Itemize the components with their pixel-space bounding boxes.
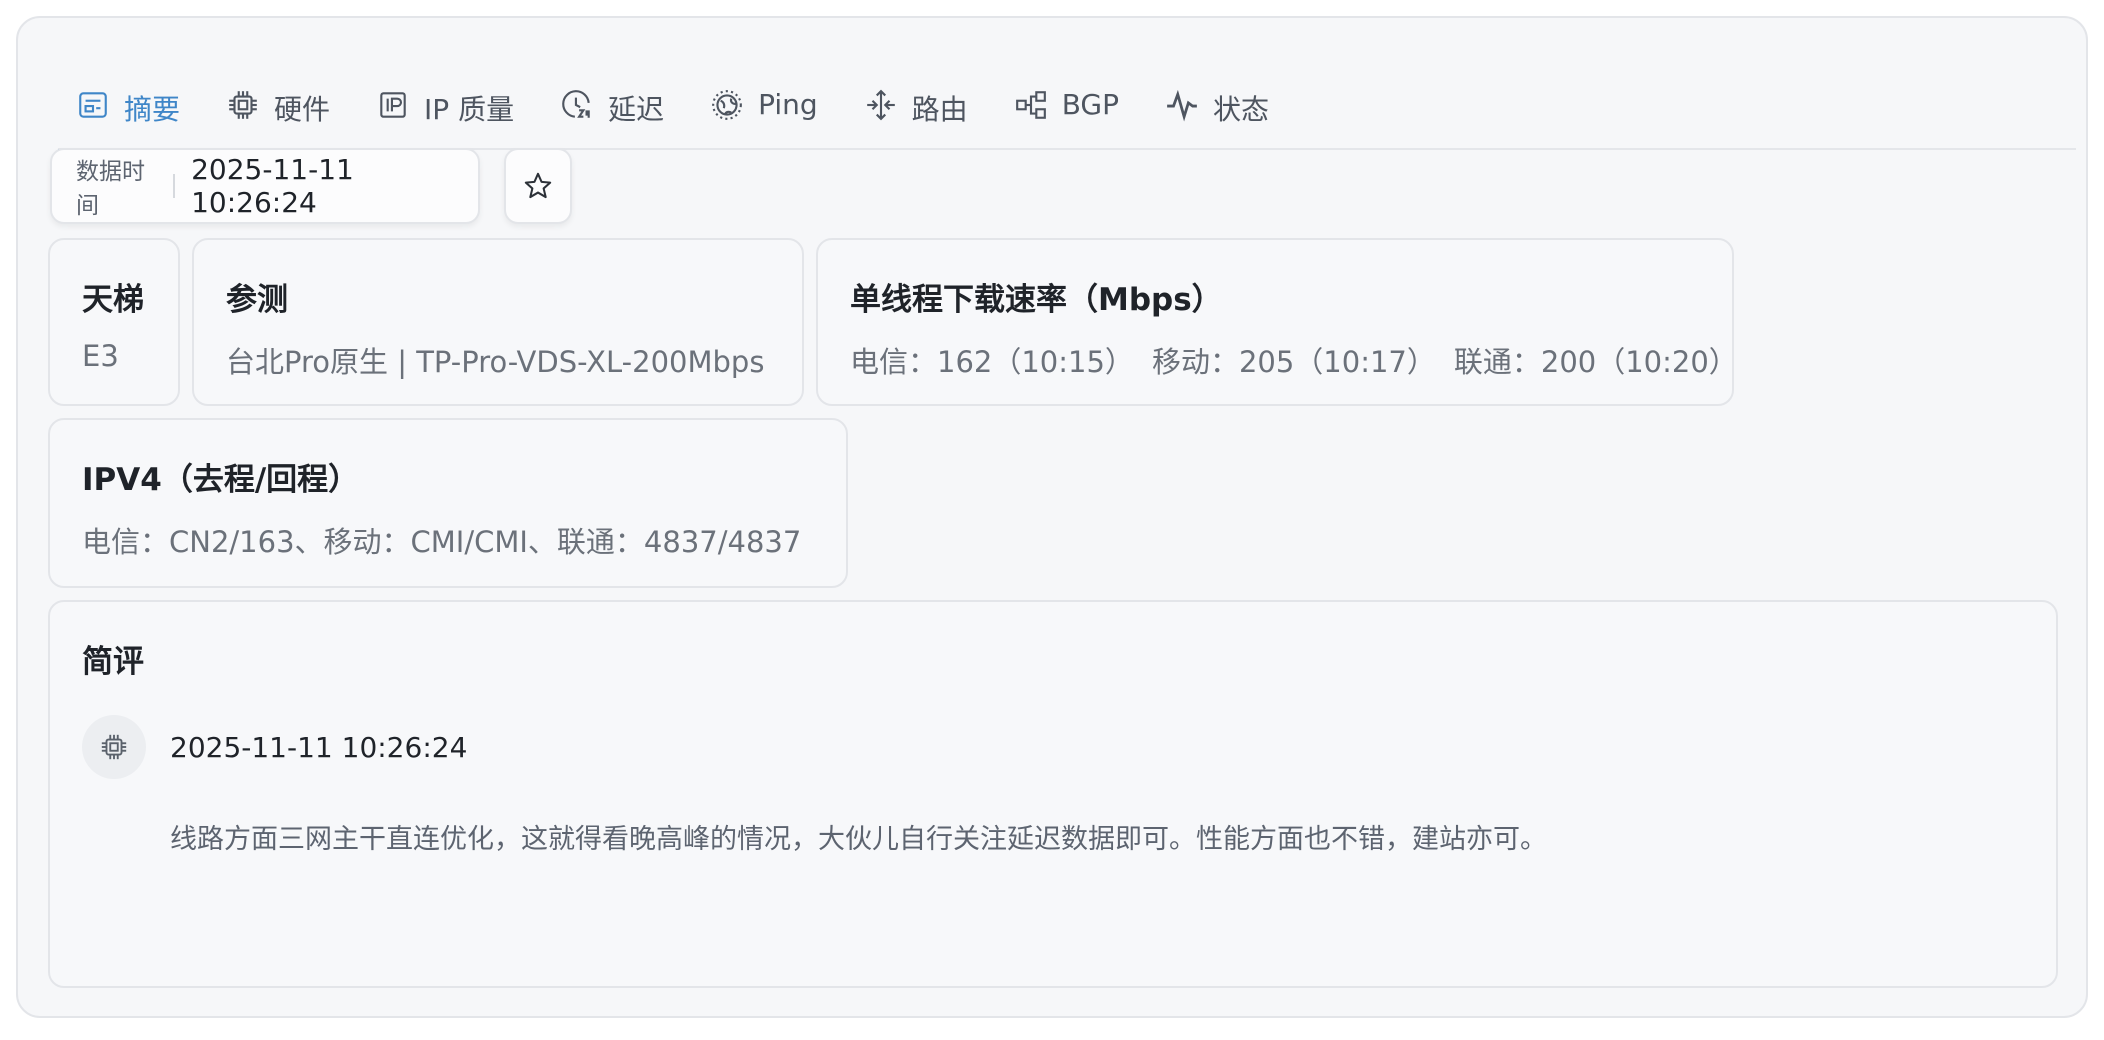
pulse-icon [1167, 89, 1197, 122]
data-time-chip: 数据时间 2025-11-11 10:26:24 [50, 148, 480, 224]
speed-mobile: 移动：205（10:17） [1151, 345, 1436, 379]
tab-ping-label: Ping [758, 88, 818, 121]
tab-ping[interactable]: Ping [692, 78, 836, 150]
divider [173, 174, 176, 198]
tab-ip-quality[interactable]: IP 质量 [358, 78, 532, 150]
ip-icon [380, 92, 406, 118]
tab-hardware[interactable]: 硬件 [208, 78, 348, 150]
speed-telecom: 电信：162（10:15） [850, 345, 1134, 379]
ipv4-title: IPV4（去程/回程） [82, 462, 360, 498]
cpu-icon [229, 91, 257, 119]
speed-values: 电信：162（10:15） 移动：205（10:17） 联通：200（10:20） [850, 339, 1738, 381]
ipv4-card: IPV4（去程/回程） 电信：CN2/163、移动：CMI/CMI、联通：483… [48, 418, 848, 588]
latency-clock-icon [562, 90, 590, 118]
tab-status-label: 状态 [1213, 93, 1270, 126]
test-card: 参测 台北Pro原生 | TP-Pro-VDS-XL-200Mbps [192, 238, 804, 406]
speed-unicom: 联通：200（10:20） [1453, 345, 1738, 379]
tab-route-label: 路由 [911, 93, 968, 126]
review-entry-header: 2025-11-11 10:26:24 [82, 715, 2024, 779]
tab-bgp-label: BGP [1061, 88, 1119, 121]
summary-icon [79, 92, 107, 118]
avatar [82, 715, 146, 779]
tab-bgp[interactable]: BGP [996, 78, 1137, 150]
tab-latency-label: 延迟 [608, 93, 665, 126]
ladder-title: 天梯 [82, 282, 144, 318]
review-card: 简评 2025-11-11 10:26:24 线路方面三网主干直连优化，这就得看… [48, 600, 2058, 988]
speed-card: 单线程下载速率（Mbps） 电信：162（10:15） 移动：205（10:17）… [816, 238, 1738, 406]
tab-bar: 摘要 硬件 IP 质量 延迟 Ping 路由 BGP 状态 [58, 78, 2076, 152]
tab-hardware-label: 硬件 [274, 93, 331, 126]
globe-icon [712, 90, 742, 120]
cpu-icon [101, 734, 127, 760]
ladder-card: 天梯 E3 [48, 238, 180, 406]
ipv4-value: 电信：CN2/163、移动：CMI/CMI、联通：4837/4837 [82, 525, 802, 559]
test-title: 参测 [226, 282, 288, 318]
tab-status[interactable]: 状态 [1147, 78, 1287, 150]
tab-ip-quality-label: IP 质量 [424, 93, 515, 126]
speed-title: 单线程下载速率（Mbps） [850, 282, 1223, 318]
tab-summary[interactable]: 摘要 [58, 78, 199, 152]
network-icon [1015, 91, 1046, 119]
data-time-value: 2025-11-11 10:26:24 [191, 153, 354, 219]
tab-summary-label: 摘要 [124, 93, 181, 126]
ladder-value: E3 [82, 339, 119, 373]
test-value: 台北Pro原生 | TP-Pro-VDS-XL-200Mbps [226, 345, 765, 379]
route-icon [866, 89, 895, 121]
review-date: 2025-11-11 10:26:24 [170, 730, 468, 764]
star-icon [524, 172, 552, 199]
review-text: 线路方面三网主干直连优化，这就得看晚高峰的情况，大伙儿自行关注延迟数据即可。性能… [170, 824, 1547, 855]
tab-route[interactable]: 路由 [846, 78, 986, 150]
favorite-button[interactable] [504, 148, 572, 224]
tab-latency[interactable]: 延迟 [542, 78, 682, 150]
data-time-label: 数据时间 [76, 159, 145, 219]
review-title: 简评 [82, 644, 144, 680]
